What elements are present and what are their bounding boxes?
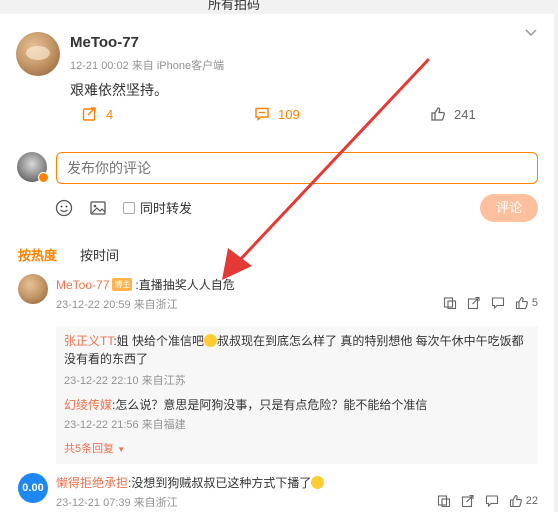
post-meta: 12-21 00:02 来自 iPhone客户端 <box>70 60 225 72</box>
image-icon[interactable] <box>89 199 107 217</box>
comment-count: 109 <box>278 106 300 122</box>
thumbs-up-icon <box>431 107 445 121</box>
smile-emoji-icon <box>311 476 325 489</box>
reply-item: 幻绫传媒:怎么说？意思是阿狗没事，只是有点危险？能不能给个准信 <box>64 396 427 414</box>
thumbs-up-icon <box>509 494 522 508</box>
verified-badge-icon <box>38 172 49 183</box>
reply-icon[interactable] <box>491 296 505 310</box>
comment-like-count: 22 <box>525 495 538 507</box>
comment-like-button[interactable]: 5 <box>515 296 538 310</box>
repost-icon <box>82 107 96 121</box>
commenter-name[interactable]: MeToo-77 <box>56 278 109 292</box>
report-icon[interactable] <box>437 494 451 508</box>
checkbox-box[interactable] <box>123 201 135 214</box>
author-avatar[interactable] <box>16 32 60 76</box>
repost-checkbox[interactable]: 同时转发 <box>123 198 192 217</box>
emoji-icon[interactable] <box>55 199 73 217</box>
comment-text: :直播抽奖人人自危 <box>135 278 235 292</box>
post-text: 艰难依然坚持。 <box>70 82 168 98</box>
sort-by-time-tab[interactable]: 按时间 <box>80 245 119 264</box>
share-icon[interactable] <box>467 296 481 310</box>
like-button[interactable]: 241 <box>430 106 476 122</box>
author-tag-badge: 博主 <box>112 278 133 291</box>
commenter-avatar[interactable]: 0.00 <box>18 473 48 503</box>
comment-meta: 23-12-21 07:39 来自浙江 <box>56 497 178 509</box>
share-icon[interactable] <box>461 494 475 508</box>
comment-line: 懒得拒绝承担:没想到狗贼叔叔已这种方式下播了 <box>56 474 325 491</box>
report-icon[interactable] <box>443 296 457 310</box>
comment-button[interactable]: 109 <box>254 106 300 122</box>
comment-like-count: 5 <box>531 297 538 309</box>
weibo-post-card: MeToo-77 12-21 00:02 来自 iPhone客户端 艰难依然坚持… <box>0 14 554 512</box>
reply-meta: 23-12-22 21:56 来自福建 <box>64 419 186 431</box>
author-name[interactable]: MeToo-77 <box>70 34 139 51</box>
comment-icon <box>255 107 269 121</box>
comment-input[interactable] <box>56 152 538 184</box>
chevron-down-icon[interactable] <box>524 26 538 41</box>
comment-line: MeToo-77 博主 :直播抽奖人人自危 <box>56 276 235 293</box>
reply-username[interactable]: 幻绫传媒 <box>64 398 112 412</box>
like-count: 241 <box>454 106 476 122</box>
thumbs-up-icon <box>515 296 528 310</box>
reply-icon[interactable] <box>485 494 499 508</box>
reply-thread: 张正义TT:姐 快给个准信吧 叔叔现在到底怎么样了 真的特别想他 每次午休中午吃饭… <box>56 326 538 464</box>
caret-down-icon: ▼ <box>117 445 126 454</box>
repost-button[interactable]: 4 <box>82 106 113 122</box>
comment-meta: 23-12-22 20:59 来自浙江 <box>56 299 178 311</box>
sad-face-emoji-icon <box>204 334 218 347</box>
repost-count: 4 <box>106 106 114 122</box>
more-replies-link[interactable]: 共5条回复 ▼ <box>64 440 125 456</box>
comment-text: :没想到狗贼叔叔已这种方式下播了 <box>128 476 312 490</box>
comment-like-button[interactable]: 22 <box>509 494 538 508</box>
reply-username[interactable]: 张正义TT <box>64 334 113 348</box>
submit-comment-button[interactable]: 评论 <box>480 194 538 222</box>
reply-text: :姐 快给个准信吧 <box>113 334 205 348</box>
comment-actions: 5 <box>443 296 538 310</box>
reply-text: :怎么说？意思是阿狗没事，只是有点危险？能不能给个准信 <box>112 398 428 412</box>
comment-actions: 22 <box>437 494 538 508</box>
reply-item: 张正义TT:姐 快给个准信吧 叔叔现在到底怎么样了 真的特别想他 每次午休中午吃饭… <box>64 332 534 368</box>
reply-meta: 23-12-22 22:10 来自江苏 <box>64 375 186 387</box>
commenter-name[interactable]: 懒得拒绝承担 <box>56 476 128 490</box>
commenter-avatar[interactable] <box>18 274 48 304</box>
top-cut-strip: 所有拍码 <box>0 0 558 14</box>
more-replies-label: 共5条回复 <box>64 443 115 455</box>
composer-toolbar: 同时转发 <box>55 198 192 217</box>
repost-checkbox-label: 同时转发 <box>140 201 193 216</box>
partial-tab-text: 所有拍码 <box>208 0 261 12</box>
sort-by-hot-tab[interactable]: 按热度 <box>18 245 57 264</box>
